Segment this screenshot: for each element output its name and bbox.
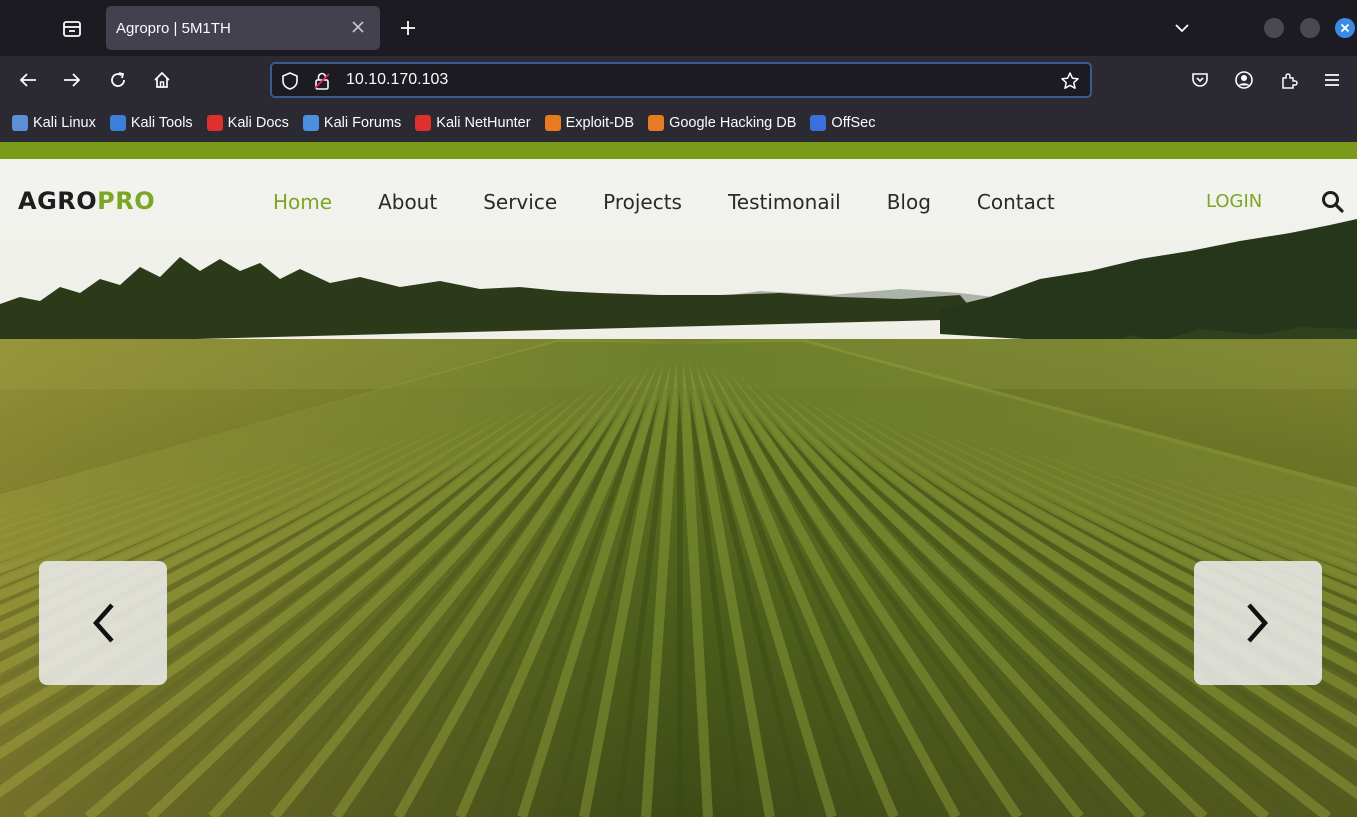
navigation-toolbar: 10.10.170.103 xyxy=(0,56,1357,104)
tracking-protection-shield-icon[interactable] xyxy=(280,71,300,91)
account-icon[interactable] xyxy=(1230,66,1258,94)
bookmark-label: Kali Forums xyxy=(323,115,402,131)
new-tab-icon[interactable] xyxy=(396,16,420,40)
bookmark-item[interactable]: Kali Forums xyxy=(302,115,402,131)
bookmarks-toolbar: Kali Linux Kali Tools Kali Docs Kali Forums… xyxy=(0,104,1357,142)
login-link[interactable]: LOGIN xyxy=(1206,191,1262,212)
bookmark-favicon-icon xyxy=(12,115,28,131)
browser-tab[interactable]: Agropro | 5M1TH xyxy=(106,6,380,50)
menu-item-projects[interactable]: Projects xyxy=(603,190,682,214)
bookmark-favicon-icon xyxy=(206,115,223,131)
site-logo[interactable]: AGROPRO xyxy=(18,187,155,215)
chevron-left-icon xyxy=(92,603,114,643)
logo-text-pro: PRO xyxy=(97,187,156,215)
bookmark-label: Kali NetHunter xyxy=(436,115,531,131)
bookmark-favicon-icon xyxy=(810,115,827,131)
farm-field-image xyxy=(0,159,1357,817)
bookmark-item[interactable]: Exploit-DB xyxy=(544,115,635,131)
tab-manager-icon[interactable] xyxy=(58,16,86,42)
bookmark-item[interactable]: Google Hacking DB xyxy=(648,115,796,131)
back-arrow-icon[interactable] xyxy=(14,66,42,94)
home-icon[interactable] xyxy=(148,66,176,94)
bookmark-star-icon[interactable] xyxy=(1060,71,1080,91)
close-window-button[interactable] xyxy=(1335,18,1355,38)
address-bar[interactable]: 10.10.170.103 xyxy=(270,62,1092,98)
bookmark-item[interactable]: OffSec xyxy=(810,115,875,131)
tab-title: Agropro | 5M1TH xyxy=(116,19,231,37)
search-icon[interactable] xyxy=(1320,189,1346,215)
menu-item-home[interactable]: Home xyxy=(273,190,332,214)
url-text[interactable]: 10.10.170.103 xyxy=(346,71,448,89)
bookmark-item[interactable]: Kali NetHunter xyxy=(415,115,531,131)
bookmark-favicon-icon xyxy=(415,115,432,131)
top-bar-strip xyxy=(0,142,1357,159)
close-tab-icon[interactable] xyxy=(348,17,368,37)
bookmark-favicon-icon xyxy=(544,115,561,131)
extensions-icon[interactable] xyxy=(1275,66,1303,94)
menu-hamburger-icon[interactable] xyxy=(1318,66,1346,94)
insecure-lock-icon[interactable] xyxy=(312,71,332,91)
bookmark-label: Kali Docs xyxy=(227,115,289,131)
tab-bar: Agropro | 5M1TH xyxy=(0,0,1357,56)
menu-item-contact[interactable]: Contact xyxy=(977,190,1055,214)
menu-item-testimonail[interactable]: Testimonail xyxy=(728,190,841,214)
forward-arrow-icon[interactable] xyxy=(58,66,86,94)
site-header: AGROPRO Home About Service Projects Testimon… xyxy=(0,159,1357,249)
hero-slider-image xyxy=(0,159,1357,817)
chevron-right-icon xyxy=(1247,603,1269,643)
bookmark-item[interactable]: Kali Linux xyxy=(12,115,96,131)
web-page: AGROPRO Home About Service Projects Testimon… xyxy=(0,142,1357,817)
bookmark-label: Exploit-DB xyxy=(565,115,635,131)
menu-item-blog[interactable]: Blog xyxy=(887,190,931,214)
pocket-icon[interactable] xyxy=(1186,66,1214,94)
minimize-window-button[interactable] xyxy=(1264,18,1284,38)
bookmark-favicon-icon xyxy=(648,115,665,131)
slider-prev-button[interactable] xyxy=(39,561,167,685)
bookmark-label: Kali Linux xyxy=(33,115,96,131)
bookmark-label: OffSec xyxy=(831,115,876,131)
maximize-window-button[interactable] xyxy=(1300,18,1320,38)
bookmark-favicon-icon xyxy=(109,115,126,131)
reload-icon[interactable] xyxy=(104,66,132,94)
logo-text-agro: AGRO xyxy=(18,187,98,215)
bookmark-item[interactable]: Kali Docs xyxy=(206,115,289,131)
bookmark-label: Google Hacking DB xyxy=(669,115,797,131)
main-menu: Home About Service Projects Testimonail Blog C… xyxy=(273,190,1101,214)
bookmark-item[interactable]: Kali Tools xyxy=(109,115,193,131)
bookmark-label: Kali Tools xyxy=(130,115,193,131)
chevron-down-icon[interactable] xyxy=(1170,16,1194,40)
slider-next-button[interactable] xyxy=(1194,561,1322,685)
bookmark-favicon-icon xyxy=(302,115,319,131)
menu-item-service[interactable]: Service xyxy=(483,190,557,214)
menu-item-about[interactable]: About xyxy=(378,190,437,214)
